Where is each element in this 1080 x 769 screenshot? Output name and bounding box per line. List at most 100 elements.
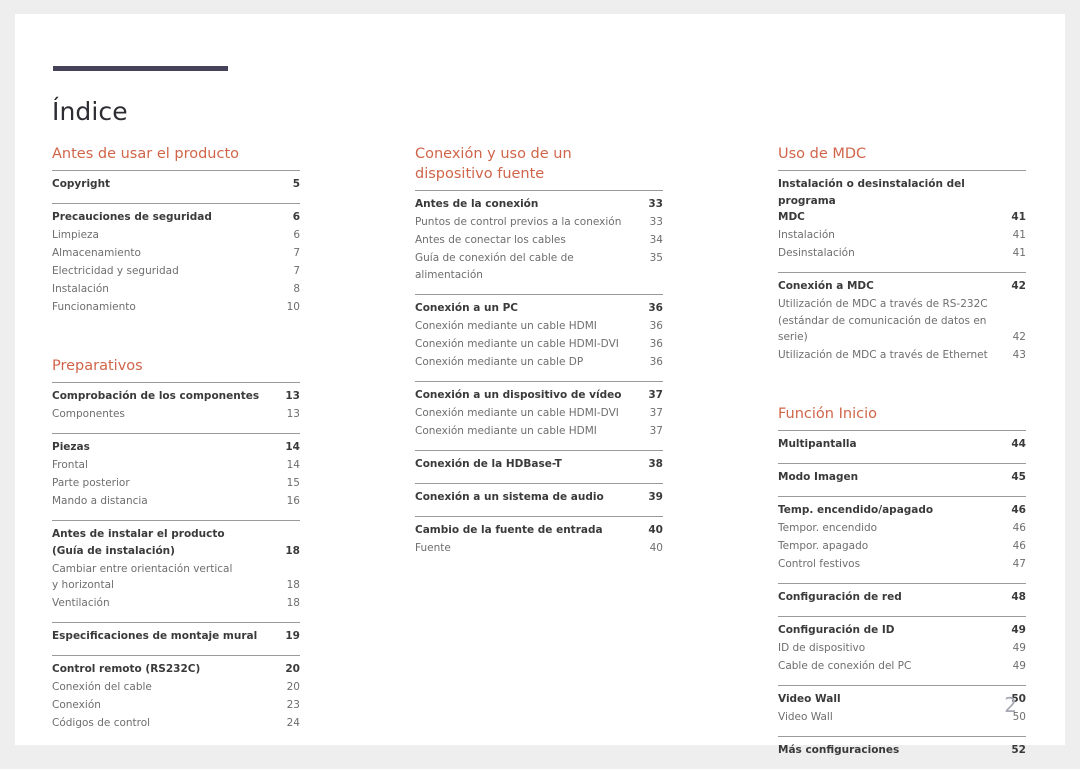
toc-entry-label: Video Wall bbox=[778, 711, 833, 723]
toc-entry-sub[interactable]: Utilización de MDC a través de RS-232C (… bbox=[778, 295, 1026, 346]
toc-entry-main[interactable]: Conexión de la HDBase-T 38 bbox=[415, 455, 663, 473]
toc-entry-label: Cambio de la fuente de entrada bbox=[415, 523, 603, 536]
toc-entry-sub[interactable]: Tempor. encendido 46 bbox=[778, 519, 1026, 537]
toc-group: Modo Imagen 45 bbox=[778, 463, 1026, 496]
column-middle: Conexión y uso de un dispositivo fuente A… bbox=[415, 144, 663, 769]
toc-entry-page-number: 43 bbox=[1012, 349, 1026, 361]
toc-entry-main[interactable]: Modo Imagen 45 bbox=[778, 468, 1026, 486]
toc-entry-label: Conexión mediante un cable HDMI bbox=[415, 424, 597, 437]
toc-entry-main[interactable]: Control remoto (RS232C) 20 bbox=[52, 660, 300, 678]
toc-entry-label: Componentes bbox=[52, 408, 125, 420]
toc-entry-page-number: 10 bbox=[286, 301, 300, 313]
toc-entry-main[interactable]: Conexión a un sistema de audio 39 bbox=[415, 488, 663, 506]
toc-entry-label: Electricidad y seguridad bbox=[52, 265, 179, 277]
toc-entry-sub[interactable]: Instalación 8 bbox=[52, 280, 300, 298]
toc-entry-sub[interactable]: Utilización de MDC a través de Ethernet 4… bbox=[778, 346, 1026, 364]
toc-entry-page-number: 36 bbox=[648, 301, 663, 314]
toc-entry-main[interactable]: Configuración de red 48 bbox=[778, 588, 1026, 606]
toc-entry-sub[interactable]: Cable de conexión del PC 49 bbox=[778, 657, 1026, 675]
column-right: Uso de MDC Instalación o desinstalación d… bbox=[778, 144, 1026, 769]
toc-entry-page-number: 49 bbox=[1012, 660, 1026, 672]
toc-entry-label: Copyright bbox=[52, 178, 111, 190]
toc-entry-label: Instalación bbox=[778, 229, 835, 241]
toc-entry-page-number: 49 bbox=[1012, 642, 1026, 654]
toc-entry-sub[interactable]: Instalación 41 bbox=[778, 226, 1026, 244]
toc-entry-label: Configuración de red bbox=[778, 591, 902, 603]
toc-entry-page-number: 36 bbox=[649, 319, 663, 332]
toc-entry-sub[interactable]: Desinstalación 41 bbox=[778, 244, 1026, 262]
toc-entry-sub[interactable]: Conexión mediante un cable HDMI 36 bbox=[415, 317, 663, 335]
toc-entry-page-number: 8 bbox=[293, 283, 300, 295]
toc-entry-label: Desinstalación bbox=[778, 247, 855, 259]
toc-entry-main[interactable]: Especificaciones de montaje mural 19 bbox=[52, 627, 300, 645]
toc-entry-sub[interactable]: Conexión mediante un cable DP 36 bbox=[415, 353, 663, 371]
toc-entry-page-number: 42 bbox=[1011, 280, 1026, 292]
toc-entry-label: Piezas bbox=[52, 441, 90, 453]
toc-entry-sub[interactable]: Conexión del cable 20 bbox=[52, 678, 300, 696]
toc-entry-sub[interactable]: Limpieza 6 bbox=[52, 226, 300, 244]
toc-entry-sub[interactable]: Ventilación 18 bbox=[52, 594, 300, 612]
toc-entry-page-number: 34 bbox=[649, 234, 663, 246]
toc-entry-sub[interactable]: Parte posterior 15 bbox=[52, 474, 300, 492]
toc-entry-sub[interactable]: Cambiar entre orientación vertical y hor… bbox=[52, 560, 300, 595]
toc-entry-label: Puntos de control previos a la conexión bbox=[415, 216, 622, 228]
toc-entry-label: Temp. encendido/apagado bbox=[778, 504, 934, 516]
toc-entry-page-number: 6 bbox=[293, 229, 300, 241]
toc-entry-sub[interactable]: Funcionamiento 10 bbox=[52, 298, 300, 316]
toc-entry-main[interactable]: Precauciones de seguridad 6 bbox=[52, 208, 300, 226]
toc-entry-page-number: 35 bbox=[649, 252, 663, 264]
toc-entry-label: Conexión a un PC bbox=[415, 301, 518, 314]
toc-entry-main[interactable]: Antes de instalar el producto (Guía de i… bbox=[52, 525, 300, 560]
toc-entry-sub[interactable]: Electricidad y seguridad 7 bbox=[52, 262, 300, 280]
toc-group: Instalación o desinstalación del program… bbox=[778, 170, 1026, 272]
toc-entry-page-number: 13 bbox=[285, 390, 300, 402]
toc-group: Precauciones de seguridad 6 Limpieza 6 Almac… bbox=[52, 203, 300, 326]
toc-entry-main[interactable]: Configuración de ID 49 bbox=[778, 621, 1026, 639]
toc-entry-main[interactable]: Instalación o desinstalación del program… bbox=[778, 175, 1026, 226]
toc-entry-sub[interactable]: Códigos de control 24 bbox=[52, 714, 300, 732]
toc-entry-main[interactable]: Cambio de la fuente de entrada 40 bbox=[415, 521, 663, 539]
toc-entry-page-number: 14 bbox=[286, 459, 300, 471]
toc-entry-label: Utilización de MDC a través de RS-232C (… bbox=[778, 298, 988, 343]
toc-entry-sub[interactable]: Conexión mediante un cable HDMI 37 bbox=[415, 422, 663, 440]
toc-entry-page-number: 45 bbox=[1011, 471, 1026, 483]
section-heading: Preparativos bbox=[52, 358, 143, 374]
section-heading: Función Inicio bbox=[778, 406, 877, 422]
toc-entry-label: Limpieza bbox=[52, 229, 99, 241]
toc-entry-sub[interactable]: Puntos de control previos a la conexión 3… bbox=[415, 213, 663, 231]
toc-entry-label: Conexión a un dispositivo de vídeo bbox=[415, 388, 622, 401]
toc-entry-sub[interactable]: ID de dispositivo 49 bbox=[778, 639, 1026, 657]
toc-entry-page-number: 40 bbox=[649, 541, 663, 554]
toc-entry-page-number: 18 bbox=[285, 544, 300, 557]
toc-entry-page-number: 19 bbox=[285, 630, 300, 642]
toc-entry-sub[interactable]: Guía de conexión del cable de alimentaci… bbox=[415, 249, 663, 284]
toc-entry-main[interactable]: Temp. encendido/apagado 46 bbox=[778, 501, 1026, 519]
toc-entry-sub[interactable]: Frontal 14 bbox=[52, 456, 300, 474]
toc-entry-page-number: 13 bbox=[286, 408, 300, 420]
toc-entry-main[interactable]: Conexión a un dispositivo de vídeo 37 bbox=[415, 386, 663, 404]
toc-entry-sub[interactable]: Tempor. apagado 46 bbox=[778, 537, 1026, 555]
toc-entry-main[interactable]: Copyright 5 bbox=[52, 175, 300, 193]
toc-entry-page-number: 48 bbox=[1011, 591, 1026, 603]
toc-entry-main[interactable]: Más configuraciones 52 bbox=[778, 741, 1026, 759]
toc-entry-sub[interactable]: Fuente 40 bbox=[415, 539, 663, 557]
toc-entry-main[interactable]: Conexión a un PC 36 bbox=[415, 299, 663, 317]
toc-entry-main[interactable]: Video Wall 50 bbox=[778, 690, 1026, 708]
toc-entry-label: Conexión mediante un cable HDMI-DVI bbox=[415, 406, 619, 419]
toc-entry-sub[interactable]: Conexión mediante un cable HDMI-DVI 37 bbox=[415, 404, 663, 422]
toc-entry-sub[interactable]: Componentes 13 bbox=[52, 405, 300, 423]
toc-entry-main[interactable]: Conexión a MDC 42 bbox=[778, 277, 1026, 295]
toc-entry-page-number: 41 bbox=[1011, 211, 1026, 223]
toc-entry-main[interactable]: Comprobación de los componentes 13 bbox=[52, 387, 300, 405]
toc-entry-main[interactable]: Piezas 14 bbox=[52, 438, 300, 456]
toc-entry-sub[interactable]: Mando a distancia 16 bbox=[52, 492, 300, 510]
toc-entry-main[interactable]: Antes de la conexión 33 bbox=[415, 195, 663, 213]
toc-entry-sub[interactable]: Almacenamiento 7 bbox=[52, 244, 300, 262]
toc-entry-sub[interactable]: Antes de conectar los cables 34 bbox=[415, 231, 663, 249]
toc-entry-page-number: 42 bbox=[1012, 331, 1026, 343]
toc-entry-sub[interactable]: Video Wall 50 bbox=[778, 708, 1026, 726]
toc-entry-sub[interactable]: Conexión mediante un cable HDMI-DVI 36 bbox=[415, 335, 663, 353]
toc-entry-sub[interactable]: Control festivos 47 bbox=[778, 555, 1026, 573]
toc-entry-sub[interactable]: Conexión 23 bbox=[52, 696, 300, 714]
toc-entry-main[interactable]: Multipantalla 44 bbox=[778, 435, 1026, 453]
